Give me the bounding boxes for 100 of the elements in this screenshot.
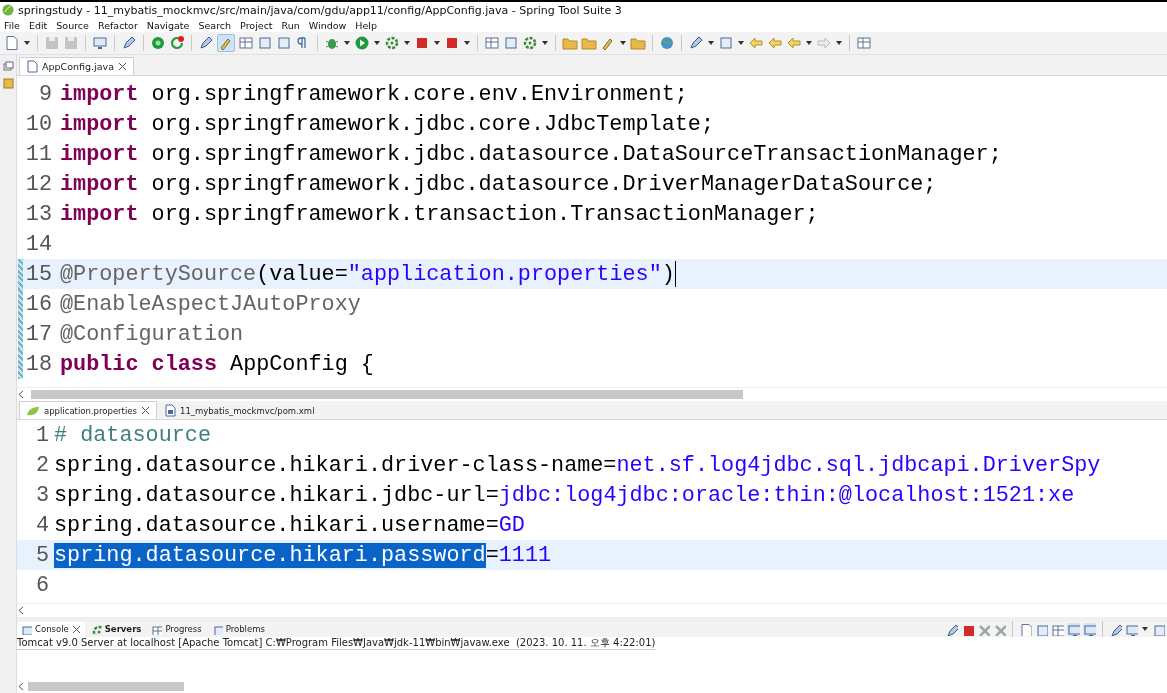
scrollbar-thumb[interactable] xyxy=(28,682,184,691)
ring-icon[interactable] xyxy=(150,35,166,51)
code-text: import xyxy=(60,141,139,167)
clear-console-icon[interactable] xyxy=(1019,622,1032,636)
line-number: 18 xyxy=(25,351,52,377)
scrollbar-thumb[interactable] xyxy=(31,390,743,399)
menu-item[interactable]: Navigate xyxy=(146,19,190,31)
menu-item[interactable]: Project xyxy=(240,19,273,31)
editor-tab[interactable]: 11_mybatis_mockmvc/pom.xml xyxy=(156,401,322,419)
menu-item[interactable]: File xyxy=(4,19,20,31)
gear-icon[interactable] xyxy=(384,35,400,51)
code-text: spring.datasource.hikari.jdbc-url= xyxy=(54,482,499,508)
editor-tab[interactable]: AppConfig.java xyxy=(19,57,134,75)
line-number: 14 xyxy=(25,231,52,257)
line-number: 10 xyxy=(25,111,52,137)
gear-icon[interactable] xyxy=(522,35,538,51)
table-icon[interactable] xyxy=(484,35,500,51)
code-text: org.springframework.jdbc.core.JdbcTemplate; xyxy=(150,111,715,137)
lock-icon[interactable] xyxy=(1035,622,1048,636)
menu-item[interactable]: Search xyxy=(198,19,232,31)
monitor-icon[interactable] xyxy=(92,35,108,51)
menu-item[interactable]: Refactor xyxy=(97,19,138,31)
box-icon[interactable] xyxy=(257,35,273,51)
code-text: # datasource xyxy=(54,422,211,448)
code-text: import xyxy=(60,201,139,227)
server-icon xyxy=(90,623,102,635)
code-text: 1111 xyxy=(498,542,552,568)
code-text: GD xyxy=(498,512,525,538)
table-icon[interactable] xyxy=(856,35,872,51)
code-text: public xyxy=(60,351,139,377)
editor-tab[interactable]: application.properties xyxy=(19,401,157,419)
folder-icon[interactable] xyxy=(562,35,578,51)
code-text: spring.datasource.hikari.driver-class-name= xyxy=(54,452,617,478)
back-arrow-icon[interactable] xyxy=(767,35,783,51)
code-text: spring.datasource.hikari.username= xyxy=(54,512,499,538)
code-text: "application.properties" xyxy=(347,261,662,287)
box-icon[interactable] xyxy=(503,35,519,51)
code-text: net.sf.log4jdbc.sql.jdbcapi.DriverSpy xyxy=(616,452,1101,478)
text-cursor xyxy=(674,261,676,287)
run-icon[interactable] xyxy=(354,35,370,51)
window-title: springstudy - 11_mybatis_mockmvc/src/main/java/com/gdu/app11/config/AppConfig.java - Spring Tool Suite 3 xyxy=(18,3,622,17)
remove-icon[interactable] xyxy=(977,622,990,636)
line-number: 5 xyxy=(35,542,49,568)
new-window-icon[interactable] xyxy=(4,35,20,51)
close-icon[interactable] xyxy=(117,62,127,71)
view-tab[interactable]: Progress xyxy=(147,621,206,637)
code-text: class xyxy=(150,351,217,377)
code-text: org.springframework.jdbc.datasource.DataSourceTransactionManager; xyxy=(150,141,1002,167)
code-text: org.springframework.transaction.TransactionManager; xyxy=(150,201,819,227)
package-icon[interactable] xyxy=(2,78,14,89)
close-icon[interactable] xyxy=(71,624,81,634)
code-text: AppConfig { xyxy=(229,351,374,377)
code-text: jdbc:log4jdbc:oracle:thin:@localhost:1521:xe xyxy=(498,482,1075,508)
line-number: 9 xyxy=(38,81,52,107)
line-number: 3 xyxy=(35,482,49,508)
close-icon[interactable] xyxy=(140,406,150,415)
code-text: ) xyxy=(661,261,675,287)
folder-icon[interactable] xyxy=(581,35,597,51)
pencil-icon[interactable] xyxy=(198,35,214,51)
menu-item[interactable]: Run xyxy=(281,19,300,31)
view-tab[interactable]: Problems xyxy=(207,621,269,637)
java-file-icon xyxy=(26,60,38,73)
monitor-icon[interactable] xyxy=(1067,622,1080,636)
selected-text: spring.datasource.hikari.password xyxy=(54,542,486,568)
remove-all-icon[interactable] xyxy=(993,622,1006,636)
console-icon xyxy=(21,623,32,635)
problems-icon xyxy=(211,623,223,635)
line-number: 6 xyxy=(35,572,49,598)
code-text: import xyxy=(60,81,139,107)
menu-item[interactable]: Help xyxy=(355,19,377,31)
line-number: 11 xyxy=(25,141,52,167)
code-text: org.springframework.core.env.Environment; xyxy=(150,81,688,107)
line-number: 17 xyxy=(25,321,52,347)
line-number: 12 xyxy=(25,171,52,197)
stop-icon[interactable] xyxy=(414,35,430,51)
view-tab[interactable]: Servers xyxy=(86,621,146,637)
code-text: @EnableAspectJAutoProxy xyxy=(60,291,361,317)
line-number: 1 xyxy=(35,422,49,448)
menu-item[interactable]: Source xyxy=(56,19,89,31)
code-text: (value= xyxy=(256,261,348,287)
code-text: org.springframework.jdbc.datasource.DriverManagerDataSource; xyxy=(150,171,937,197)
line-number: 2 xyxy=(35,452,49,478)
monitor-icon[interactable] xyxy=(1083,622,1096,636)
menu-item[interactable]: Window xyxy=(308,19,347,31)
wrap-icon[interactable] xyxy=(1051,622,1064,636)
code-text: @Configuration xyxy=(60,321,244,347)
pencil-icon[interactable] xyxy=(688,35,704,51)
restore-icon[interactable] xyxy=(2,61,14,72)
line-number: 16 xyxy=(25,291,52,317)
console-status-text: Tomcat v9.0 Server at localhost [Apache Tomcat] C:₩Program Files₩Java₩jdk-11₩bin₩javaw.exe (2023. 10. 11. 오후 4:22:01) xyxy=(17,637,656,650)
refresh-icon[interactable] xyxy=(169,35,185,51)
monitor-icon[interactable] xyxy=(1125,622,1138,636)
view-tab[interactable]: Console xyxy=(17,621,85,637)
globe-icon[interactable] xyxy=(659,35,675,51)
box-icon[interactable] xyxy=(276,35,292,51)
table-icon[interactable] xyxy=(238,35,254,51)
code-text: import xyxy=(60,111,139,137)
stop-icon[interactable] xyxy=(444,35,460,51)
leaf-file-icon xyxy=(26,404,40,417)
menu-item[interactable]: Edit xyxy=(28,19,48,31)
